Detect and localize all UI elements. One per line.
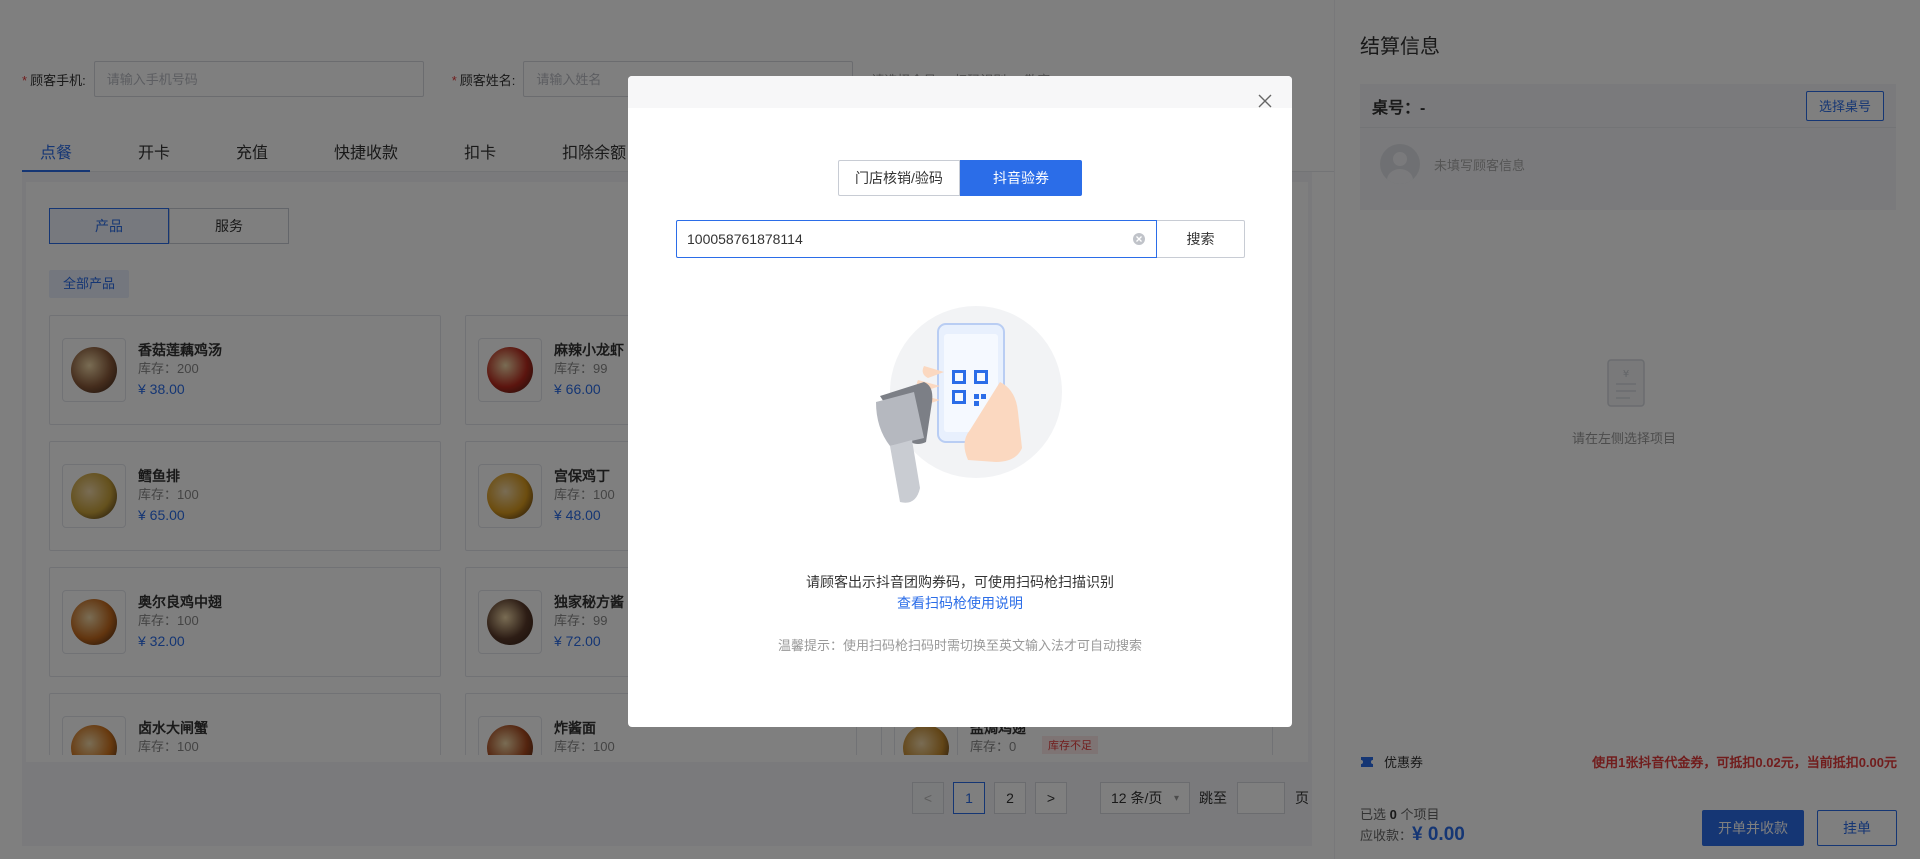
input-method-tip: 温馨提示：使用扫码枪扫码时需切换至英文输入法才可自动搜索: [777, 638, 1142, 653]
coupon-code-input[interactable]: [687, 231, 1132, 247]
tab-store-verify[interactable]: 门店核销/验码: [838, 160, 960, 196]
clear-icon[interactable]: [1132, 232, 1146, 246]
search-button[interactable]: 搜索: [1157, 220, 1245, 258]
instruction-text: 请顾客出示抖音团购券码，可使用扫码枪扫描识别: [806, 574, 1114, 590]
coupon-search: 搜索: [676, 220, 1245, 258]
close-button[interactable]: [1254, 90, 1276, 112]
verify-mode-switch: 门店核销/验码 抖音验券: [838, 160, 1082, 196]
scanner-guide-link[interactable]: 查看扫码枪使用说明: [628, 593, 1292, 613]
close-icon: [1258, 94, 1272, 108]
tab-douyin-verify[interactable]: 抖音验券: [960, 160, 1082, 196]
coupon-code-field: [676, 220, 1157, 258]
scanner-qr-illustration: [876, 306, 1062, 503]
coupon-verify-dialog: 门店核销/验码 抖音验券 搜索: [628, 76, 1292, 727]
